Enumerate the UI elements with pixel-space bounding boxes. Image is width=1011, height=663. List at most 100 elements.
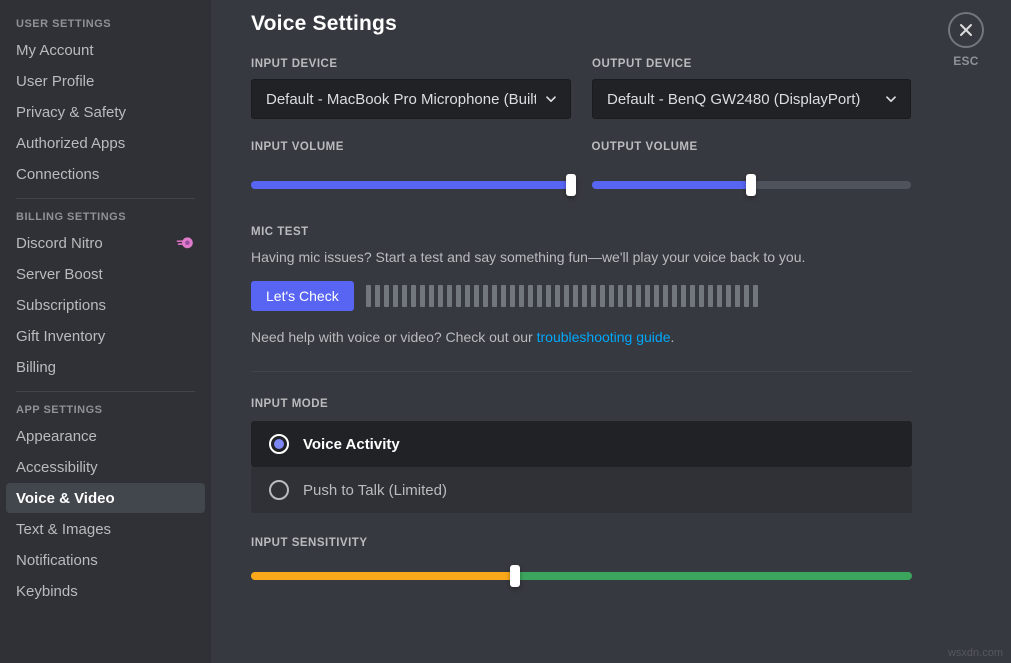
- sidebar-item-label: Connections: [16, 166, 99, 183]
- mic-test-label: MIC TEST: [251, 226, 911, 238]
- meter-segment: [600, 285, 605, 307]
- meter-segment: [420, 285, 425, 307]
- output-device-dropdown[interactable]: Default - BenQ GW2480 (DisplayPort): [592, 79, 911, 119]
- sidebar-item-label: Discord Nitro: [16, 235, 103, 252]
- sidebar-group-header-app-settings: APP SETTINGS: [6, 398, 205, 420]
- input-sensitivity-label: INPUT SENSITIVITY: [251, 537, 912, 549]
- voice-settings-content: Voice Settings INPUT DEVICE Default - Ma…: [211, 12, 911, 589]
- input-volume-label: INPUT VOLUME: [251, 141, 571, 153]
- input-mode-option-label: Push to Talk (Limited): [303, 482, 447, 499]
- input-mode-option-label: Voice Activity: [303, 436, 400, 453]
- output-volume-column: OUTPUT VOLUME: [592, 141, 912, 198]
- sidebar-item-keybinds[interactable]: Keybinds: [6, 576, 205, 606]
- input-sensitivity-slider[interactable]: [251, 563, 912, 589]
- sidebar-item-my-account[interactable]: My Account: [6, 35, 205, 65]
- sidebar-item-authorized-apps[interactable]: Authorized Apps: [6, 128, 205, 158]
- volume-sliders-row: INPUT VOLUME OUTPUT VOLUME: [251, 141, 911, 198]
- esc-label: ESC: [936, 54, 996, 68]
- sidebar-scroll-area[interactable]: USER SETTINGS My Account User Profile Pr…: [0, 0, 211, 606]
- input-mode-radio-group: Voice Activity Push to Talk (Limited): [251, 421, 912, 513]
- sidebar-item-privacy-safety[interactable]: Privacy & Safety: [6, 97, 205, 127]
- sidebar-item-accessibility[interactable]: Accessibility: [6, 452, 205, 482]
- mic-test-controls: Let's Check: [251, 281, 912, 311]
- meter-segment: [528, 285, 533, 307]
- input-mode-label: INPUT MODE: [251, 398, 912, 410]
- sidebar-item-subscriptions[interactable]: Subscriptions: [6, 290, 205, 320]
- sensitivity-fill: [251, 572, 515, 580]
- output-volume-slider[interactable]: [592, 172, 912, 198]
- sidebar-divider: [16, 391, 195, 392]
- input-device-label: INPUT DEVICE: [251, 58, 571, 70]
- meter-segment: [591, 285, 596, 307]
- input-device-value: Default - MacBook Pro Microphone (Built-…: [266, 91, 536, 108]
- meter-segment: [690, 285, 695, 307]
- meter-segment: [708, 285, 713, 307]
- sidebar-group-header-billing-settings: BILLING SETTINGS: [6, 205, 205, 227]
- sidebar-item-label: Authorized Apps: [16, 135, 125, 152]
- help-prefix-text: Need help with voice or video? Check out…: [251, 329, 537, 345]
- meter-segment: [681, 285, 686, 307]
- meter-segment: [573, 285, 578, 307]
- mic-level-meter: [366, 284, 912, 308]
- meter-segment: [474, 285, 479, 307]
- sidebar-item-label: Billing: [16, 359, 56, 376]
- radio-unselected-icon: [269, 480, 289, 500]
- sidebar-item-connections[interactable]: Connections: [6, 159, 205, 189]
- meter-segment: [672, 285, 677, 307]
- sidebar-item-label: Gift Inventory: [16, 328, 105, 345]
- sidebar-item-text-and-images[interactable]: Text & Images: [6, 514, 205, 544]
- meter-segment: [744, 285, 749, 307]
- meter-segment: [519, 285, 524, 307]
- watermark: wsxdn.com: [948, 647, 1003, 659]
- meter-segment: [735, 285, 740, 307]
- meter-segment: [609, 285, 614, 307]
- troubleshooting-guide-link[interactable]: troubleshooting guide: [537, 329, 671, 345]
- meter-segment: [447, 285, 452, 307]
- meter-segment: [483, 285, 488, 307]
- meter-segment: [555, 285, 560, 307]
- help-suffix-text: .: [671, 329, 675, 345]
- sidebar-item-label: Accessibility: [16, 459, 98, 476]
- input-volume-slider[interactable]: [251, 172, 571, 198]
- input-mode-option-push-to-talk[interactable]: Push to Talk (Limited): [251, 467, 912, 513]
- input-mode-option-voice-activity[interactable]: Voice Activity: [251, 421, 912, 467]
- sidebar-item-billing[interactable]: Billing: [6, 352, 205, 382]
- input-device-dropdown[interactable]: Default - MacBook Pro Microphone (Built-…: [251, 79, 571, 119]
- radio-dot: [274, 439, 284, 449]
- meter-segment: [429, 285, 434, 307]
- sidebar-item-voice-and-video[interactable]: Voice & Video: [6, 483, 205, 513]
- sidebar-item-user-profile[interactable]: User Profile: [6, 66, 205, 96]
- sidebar-item-appearance[interactable]: Appearance: [6, 421, 205, 451]
- radio-selected-icon: [269, 434, 289, 454]
- sensitivity-thumb[interactable]: [510, 565, 520, 587]
- sidebar-item-gift-inventory[interactable]: Gift Inventory: [6, 321, 205, 351]
- meter-segment: [510, 285, 515, 307]
- sidebar-item-label: Keybinds: [16, 583, 78, 600]
- chevron-down-icon: [884, 92, 898, 106]
- meter-segment: [717, 285, 722, 307]
- meter-segment: [618, 285, 623, 307]
- sidebar-item-notifications[interactable]: Notifications: [6, 545, 205, 575]
- sidebar-item-server-boost[interactable]: Server Boost: [6, 259, 205, 289]
- sidebar-item-label: Privacy & Safety: [16, 104, 126, 121]
- meter-segment: [699, 285, 704, 307]
- close-settings-button[interactable]: ESC: [936, 12, 996, 68]
- sidebar-item-label: My Account: [16, 42, 94, 59]
- meter-segment: [564, 285, 569, 307]
- slider-thumb[interactable]: [746, 174, 756, 196]
- input-volume-column: INPUT VOLUME: [251, 141, 571, 198]
- meter-segment: [375, 285, 380, 307]
- help-line: Need help with voice or video? Check out…: [251, 329, 911, 345]
- lets-check-button[interactable]: Let's Check: [251, 281, 354, 311]
- meter-segment: [438, 285, 443, 307]
- meter-segment: [582, 285, 587, 307]
- close-icon[interactable]: [948, 12, 984, 48]
- meter-segment: [663, 285, 668, 307]
- sidebar-item-label: Voice & Video: [16, 490, 115, 507]
- page-title: Voice Settings: [251, 12, 911, 36]
- slider-thumb[interactable]: [566, 174, 576, 196]
- output-device-label: OUTPUT DEVICE: [592, 58, 911, 70]
- input-device-column: INPUT DEVICE Default - MacBook Pro Micro…: [251, 58, 571, 119]
- voice-settings-panel: Voice Settings INPUT DEVICE Default - Ma…: [211, 0, 1011, 663]
- sidebar-item-discord-nitro[interactable]: Discord Nitro: [6, 228, 205, 258]
